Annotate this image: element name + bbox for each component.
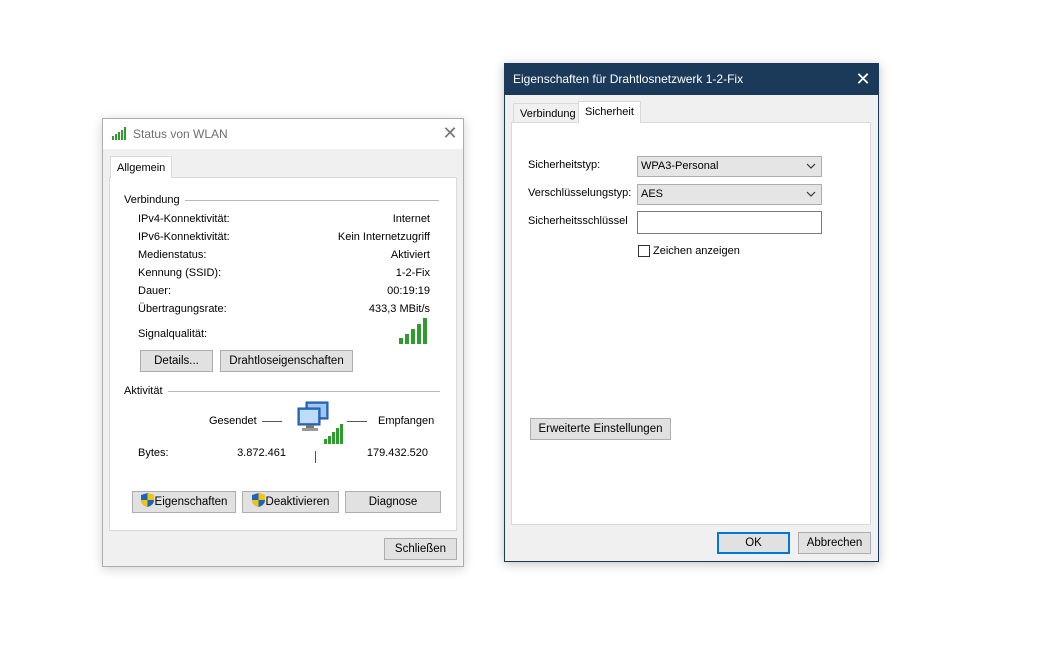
wireless-properties-window: Eigenschaften für Drahtlosnetzwerk 1-2-F… <box>504 63 879 562</box>
chevron-down-icon <box>806 163 816 169</box>
ipv4-label: IPv4-Konnektivität: <box>138 213 230 225</box>
window-title: Status von WLAN <box>133 127 228 141</box>
media-status-value: Aktiviert <box>390 249 430 261</box>
show-characters-checkbox[interactable] <box>638 245 650 257</box>
connection-group-label: Verbindung <box>124 194 183 206</box>
group-divider <box>168 391 440 392</box>
close-button[interactable]: Schließen <box>384 538 457 560</box>
security-type-label: Sicherheitstyp: <box>528 159 601 171</box>
ssid-label: Kennung (SSID): <box>138 267 222 279</box>
ssid-value: 1-2-Fix <box>395 267 430 279</box>
wireless-properties-button[interactable]: Drahtloseigenschaften <box>220 350 353 372</box>
wifi-signal-icon <box>112 127 126 140</box>
connection-rows: IPv4-Konnektivität: Internet IPv6-Konnek… <box>138 213 430 321</box>
tab-allgemein[interactable]: Allgemein <box>110 156 173 178</box>
bytes-label: Bytes: <box>138 447 169 459</box>
received-line <box>347 421 367 422</box>
properties-button-label: Eigenschaften <box>154 496 228 508</box>
signal-quality-label: Signalqualität: <box>138 328 208 340</box>
info-row: IPv4-Konnektivität: Internet <box>138 213 430 231</box>
advanced-settings-button[interactable]: Erweiterte Einstellungen <box>530 418 671 440</box>
status-titlebar[interactable]: Status von WLAN ✕ <box>103 119 463 149</box>
properties-button[interactable]: Eigenschaften <box>132 491 236 513</box>
bytes-received-value: 179.432.520 <box>366 447 428 459</box>
show-characters-label: Zeichen anzeigen <box>653 245 740 257</box>
uac-shield-icon <box>140 493 154 507</box>
info-row: Dauer: 00:19:19 <box>138 285 430 303</box>
properties-titlebar[interactable]: Eigenschaften für Drahtlosnetzwerk 1-2-F… <box>505 64 878 95</box>
ipv6-value: Kein Internetzugriff <box>337 231 430 243</box>
speed-label: Übertragungsrate: <box>138 303 227 315</box>
activity-group-label: Aktivität <box>124 385 166 397</box>
security-type-select[interactable]: WPA3-Personal <box>637 156 822 177</box>
uac-shield-icon <box>251 493 265 507</box>
info-row: Übertragungsrate: 433,3 MBit/s <box>138 303 430 321</box>
ipv6-label: IPv6-Konnektivität: <box>138 231 230 243</box>
duration-label: Dauer: <box>138 285 172 297</box>
encryption-type-value: AES <box>641 188 664 200</box>
sent-line <box>262 421 282 422</box>
ipv4-value: Internet <box>392 213 430 225</box>
ok-button[interactable]: OK <box>717 532 790 554</box>
info-row: Kennung (SSID): 1-2-Fix <box>138 267 430 285</box>
network-computers-icon <box>297 401 343 444</box>
cancel-button[interactable]: Abbrechen <box>798 532 871 554</box>
security-tab-panel: Sicherheitstyp: WPA3-Personal Verschlüss… <box>511 122 871 525</box>
close-icon[interactable]: ✕ <box>440 124 460 144</box>
security-key-field[interactable] <box>637 211 822 234</box>
general-tab-panel: Verbindung IPv4-Konnektivität: Internet … <box>109 177 457 531</box>
signal-strength-icon <box>399 318 427 344</box>
close-icon[interactable]: ✕ <box>853 70 873 90</box>
duration-value: 00:19:19 <box>387 285 430 297</box>
security-key-label: Sicherheitsschlüssel <box>528 215 628 227</box>
received-label: Empfangen <box>378 415 435 427</box>
media-status-label: Medienstatus: <box>138 249 207 261</box>
speed-value: 433,3 MBit/s <box>368 303 430 315</box>
disable-button-label: Deaktivieren <box>265 496 330 508</box>
encryption-type-label: Verschlüsselungstyp: <box>528 187 632 199</box>
chevron-down-icon <box>806 191 816 197</box>
info-row: IPv6-Konnektivität: Kein Internetzugriff <box>138 231 430 249</box>
bytes-sent-value: 3.872.461 <box>237 447 286 459</box>
group-divider <box>185 200 439 201</box>
disable-button[interactable]: Deaktivieren <box>242 491 339 513</box>
tab-sicherheit[interactable]: Sicherheit <box>578 101 641 123</box>
encryption-type-select[interactable]: AES <box>637 184 822 205</box>
details-button[interactable]: Details... <box>140 350 213 372</box>
activity-divider <box>315 451 316 463</box>
window-title: Eigenschaften für Drahtlosnetzwerk 1-2-F… <box>513 72 744 86</box>
tab-verbindung[interactable]: Verbindung <box>513 103 583 123</box>
diagnose-button[interactable]: Diagnose <box>345 491 441 513</box>
sent-label: Gesendet <box>209 415 257 427</box>
wlan-status-window: Status von WLAN ✕ Allgemein Verbindung I… <box>102 118 464 567</box>
info-row: Medienstatus: Aktiviert <box>138 249 430 267</box>
security-type-value: WPA3-Personal <box>641 160 719 172</box>
